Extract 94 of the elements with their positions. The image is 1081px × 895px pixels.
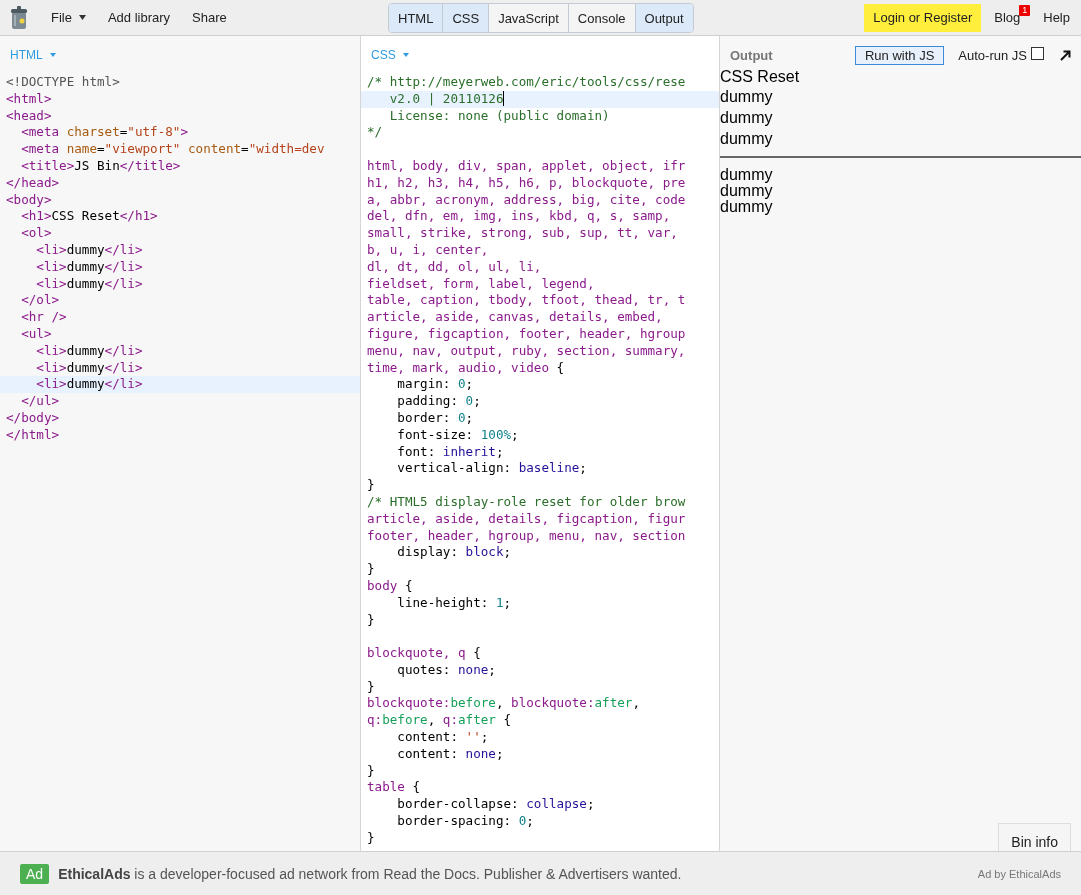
code-line: article, aside, canvas, details, embed,	[366, 309, 664, 326]
menu-item[interactable]: File	[40, 6, 97, 29]
notification-badge: 1	[1019, 5, 1031, 16]
login-button[interactable]: Login or Register	[864, 3, 982, 32]
code-line: a, abbr, acronym, address, big, cite, code	[366, 191, 687, 209]
code-line: <html>	[5, 90, 53, 108]
code-line: footer, header, hgroup, menu, nav, section	[366, 527, 687, 545]
code-line: h1, h2, h3, h4, h5, h6, p, blockquote, pre	[366, 174, 687, 192]
panel-tab[interactable]: HTML	[389, 4, 444, 32]
code-line: <li>dummy</li>	[35, 258, 144, 276]
code-line: <ul>	[20, 325, 53, 343]
code-line: <hr />	[20, 309, 68, 326]
code-line: display: block;	[396, 544, 513, 562]
code-line: </head>	[5, 174, 61, 192]
code-line: q:before, q:after {	[366, 712, 513, 730]
code-line: <ol>	[20, 225, 53, 242]
auto-run-checkbox[interactable]	[1031, 46, 1044, 60]
code-line: <li>dummy</li>	[35, 359, 144, 377]
code-line: content: none;	[396, 745, 505, 763]
code-line: vertical-align: baseline;	[396, 460, 588, 478]
code-line: small, strike, strong, sub, sup, tt, var,	[366, 225, 679, 242]
code-line: dl, dt, dd, ol, ul, li,	[366, 258, 543, 276]
code-line: menu, nav, output, ruby, section, summary,	[366, 342, 687, 360]
ad-text[interactable]: EthicalAds is a developer-focused ad network from Read the Docs. Publisher & Advertisers wanted.	[58, 865, 682, 882]
code-line: fieldset, form, label, legend,	[366, 275, 596, 293]
list-item: dummy	[720, 87, 774, 107]
caret-icon	[49, 53, 56, 57]
code-line: border-spacing: 0;	[396, 813, 535, 830]
code-line: figure, figcaption, footer, header, hgroup	[366, 325, 687, 343]
code-line: <h1>CSS Reset</h1>	[20, 208, 159, 226]
code-line: <!DOCTYPE html>	[5, 74, 121, 91]
auto-run-label: Auto-run JS	[958, 47, 1027, 63]
code-line: margin: 0;	[396, 376, 475, 394]
code-line: <li>dummy</li>	[35, 241, 144, 259]
panel-tab[interactable]: JavaScript	[489, 4, 569, 32]
code-line: font: inherit;	[396, 443, 505, 461]
code-line: }	[366, 611, 376, 629]
code-line: table {	[366, 779, 422, 797]
code-line: html, body, div, span, applet, object, ifr	[366, 158, 687, 175]
pane-title: Output	[730, 47, 773, 63]
code-line: blockquote:before, blockquote:after,	[366, 695, 641, 713]
code-line: <head>	[5, 107, 53, 125]
code-line: border: 0;	[396, 409, 475, 427]
code-line: </ol>	[20, 292, 61, 310]
code-line: }	[366, 762, 376, 780]
code-line: </ul>	[20, 393, 61, 410]
code-line: </html>	[5, 426, 61, 444]
code-line: }	[366, 477, 376, 494]
list-item: dummy	[720, 183, 774, 199]
preview-heading: CSS Reset	[720, 67, 801, 86]
code-line: License: none (public domain)	[388, 107, 611, 125]
code-line: padding: 0;	[396, 393, 482, 410]
code-line: b, u, i, center,	[366, 241, 490, 259]
list-item: dummy	[720, 129, 774, 149]
menu-item[interactable]: Share	[181, 6, 238, 29]
code-line: }	[366, 829, 376, 847]
code-line: <title>JS Bin</title>	[20, 158, 182, 175]
code-line: <li>dummy</li>	[35, 342, 144, 360]
list-item: dummy	[720, 199, 774, 215]
caret-icon	[402, 53, 409, 57]
code-line: </body>	[5, 409, 61, 427]
code-line: <li>dummy</li>	[35, 275, 144, 293]
bin-logo-icon[interactable]	[10, 5, 28, 30]
pop-out-arrow-icon[interactable]	[1060, 49, 1071, 61]
panel-tab[interactable]: Output	[635, 4, 693, 32]
bin-info-button[interactable]: Bin info	[998, 823, 1071, 851]
code-line: time, mark, audio, video {	[366, 359, 566, 377]
code-line: table, caption, tbody, tfoot, thead, tr, t	[366, 292, 687, 310]
code-line: }	[366, 561, 376, 578]
menu-item[interactable]: Add library	[96, 6, 182, 29]
code-line: /* HTML5 display-role reset for older brow	[366, 493, 687, 511]
code-line: <meta name="viewport" content="width=dev	[20, 141, 326, 158]
list-item: dummy	[720, 108, 774, 128]
code-line: border-collapse: collapse;	[396, 796, 596, 814]
ad-credit-link[interactable]: Ad by EthicalAds	[977, 867, 1061, 880]
code-line: del, dfn, em, img, ins, kbd, q, s, samp,	[366, 208, 672, 226]
code-line: <body>	[5, 191, 53, 209]
list-item: dummy	[720, 167, 774, 183]
code-line: blockquote, q {	[366, 645, 482, 662]
code-line: */	[366, 124, 384, 142]
code-line: <meta charset="utf-8">	[20, 124, 189, 142]
run-button[interactable]: Run with JS	[854, 45, 945, 65]
panel-tab[interactable]: CSS	[443, 4, 490, 32]
help-link[interactable]: Help	[1032, 6, 1081, 29]
code-line: body {	[366, 577, 414, 595]
code-line: line-height: 1;	[396, 594, 513, 612]
code-line: font-size: 100%;	[396, 426, 520, 444]
code-line: content: '';	[396, 729, 490, 746]
ad-badge: Ad	[20, 863, 50, 884]
panel-tab[interactable]: Console	[568, 4, 636, 32]
code-line: quotes: none;	[396, 661, 497, 679]
code-line: /* http://meyerweb.com/eric/tools/css/rese	[366, 74, 687, 91]
code-line: article, aside, details, figcaption, figur	[366, 510, 687, 528]
code-line: }	[366, 678, 376, 696]
